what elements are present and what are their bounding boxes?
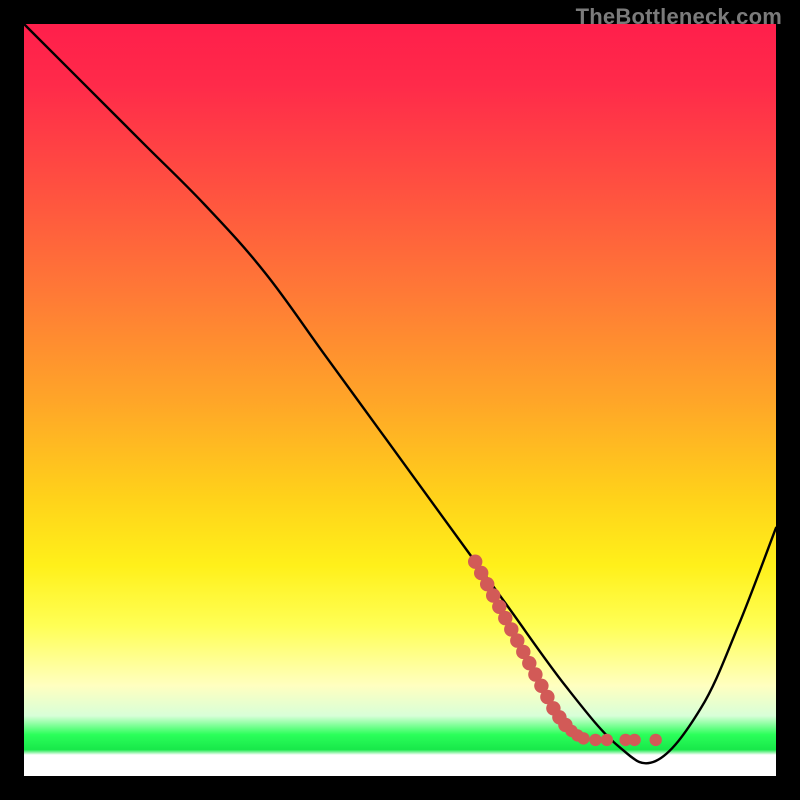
highlight-markers <box>468 555 662 747</box>
plot-area <box>24 24 776 776</box>
chart-frame: TheBottleneck.com <box>0 0 800 800</box>
highlight-dot <box>628 734 640 746</box>
highlight-dot <box>589 734 601 746</box>
highlight-dot <box>577 732 589 744</box>
bottleneck-curve <box>24 24 776 763</box>
highlight-dot <box>650 734 662 746</box>
highlight-dot <box>601 734 613 746</box>
chart-svg <box>24 24 776 776</box>
